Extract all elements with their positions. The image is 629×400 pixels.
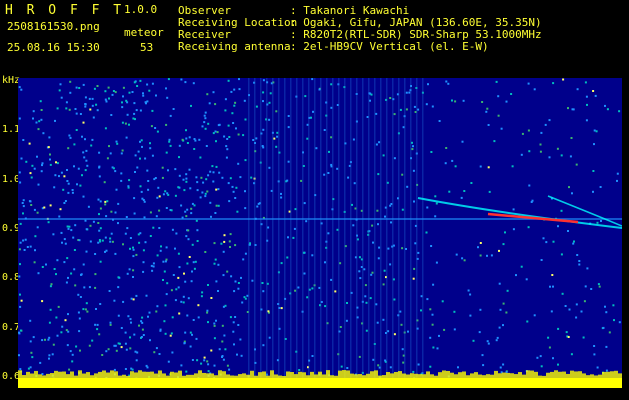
- filename-label: 2508161530.png: [7, 20, 100, 33]
- event-count: 53: [140, 41, 154, 54]
- app-logo: H R O F F T: [5, 3, 125, 18]
- antenna-label: Receiving antenna: [178, 40, 291, 53]
- spectrogram: [18, 78, 622, 388]
- version-label: 1.0.0: [124, 3, 158, 16]
- datetime-label: 25.08.16 15:30: [7, 41, 100, 54]
- antenna-value: : 2el-HB9CV Vertical (el. E-W): [290, 40, 489, 53]
- event-type-label: meteor: [124, 26, 164, 39]
